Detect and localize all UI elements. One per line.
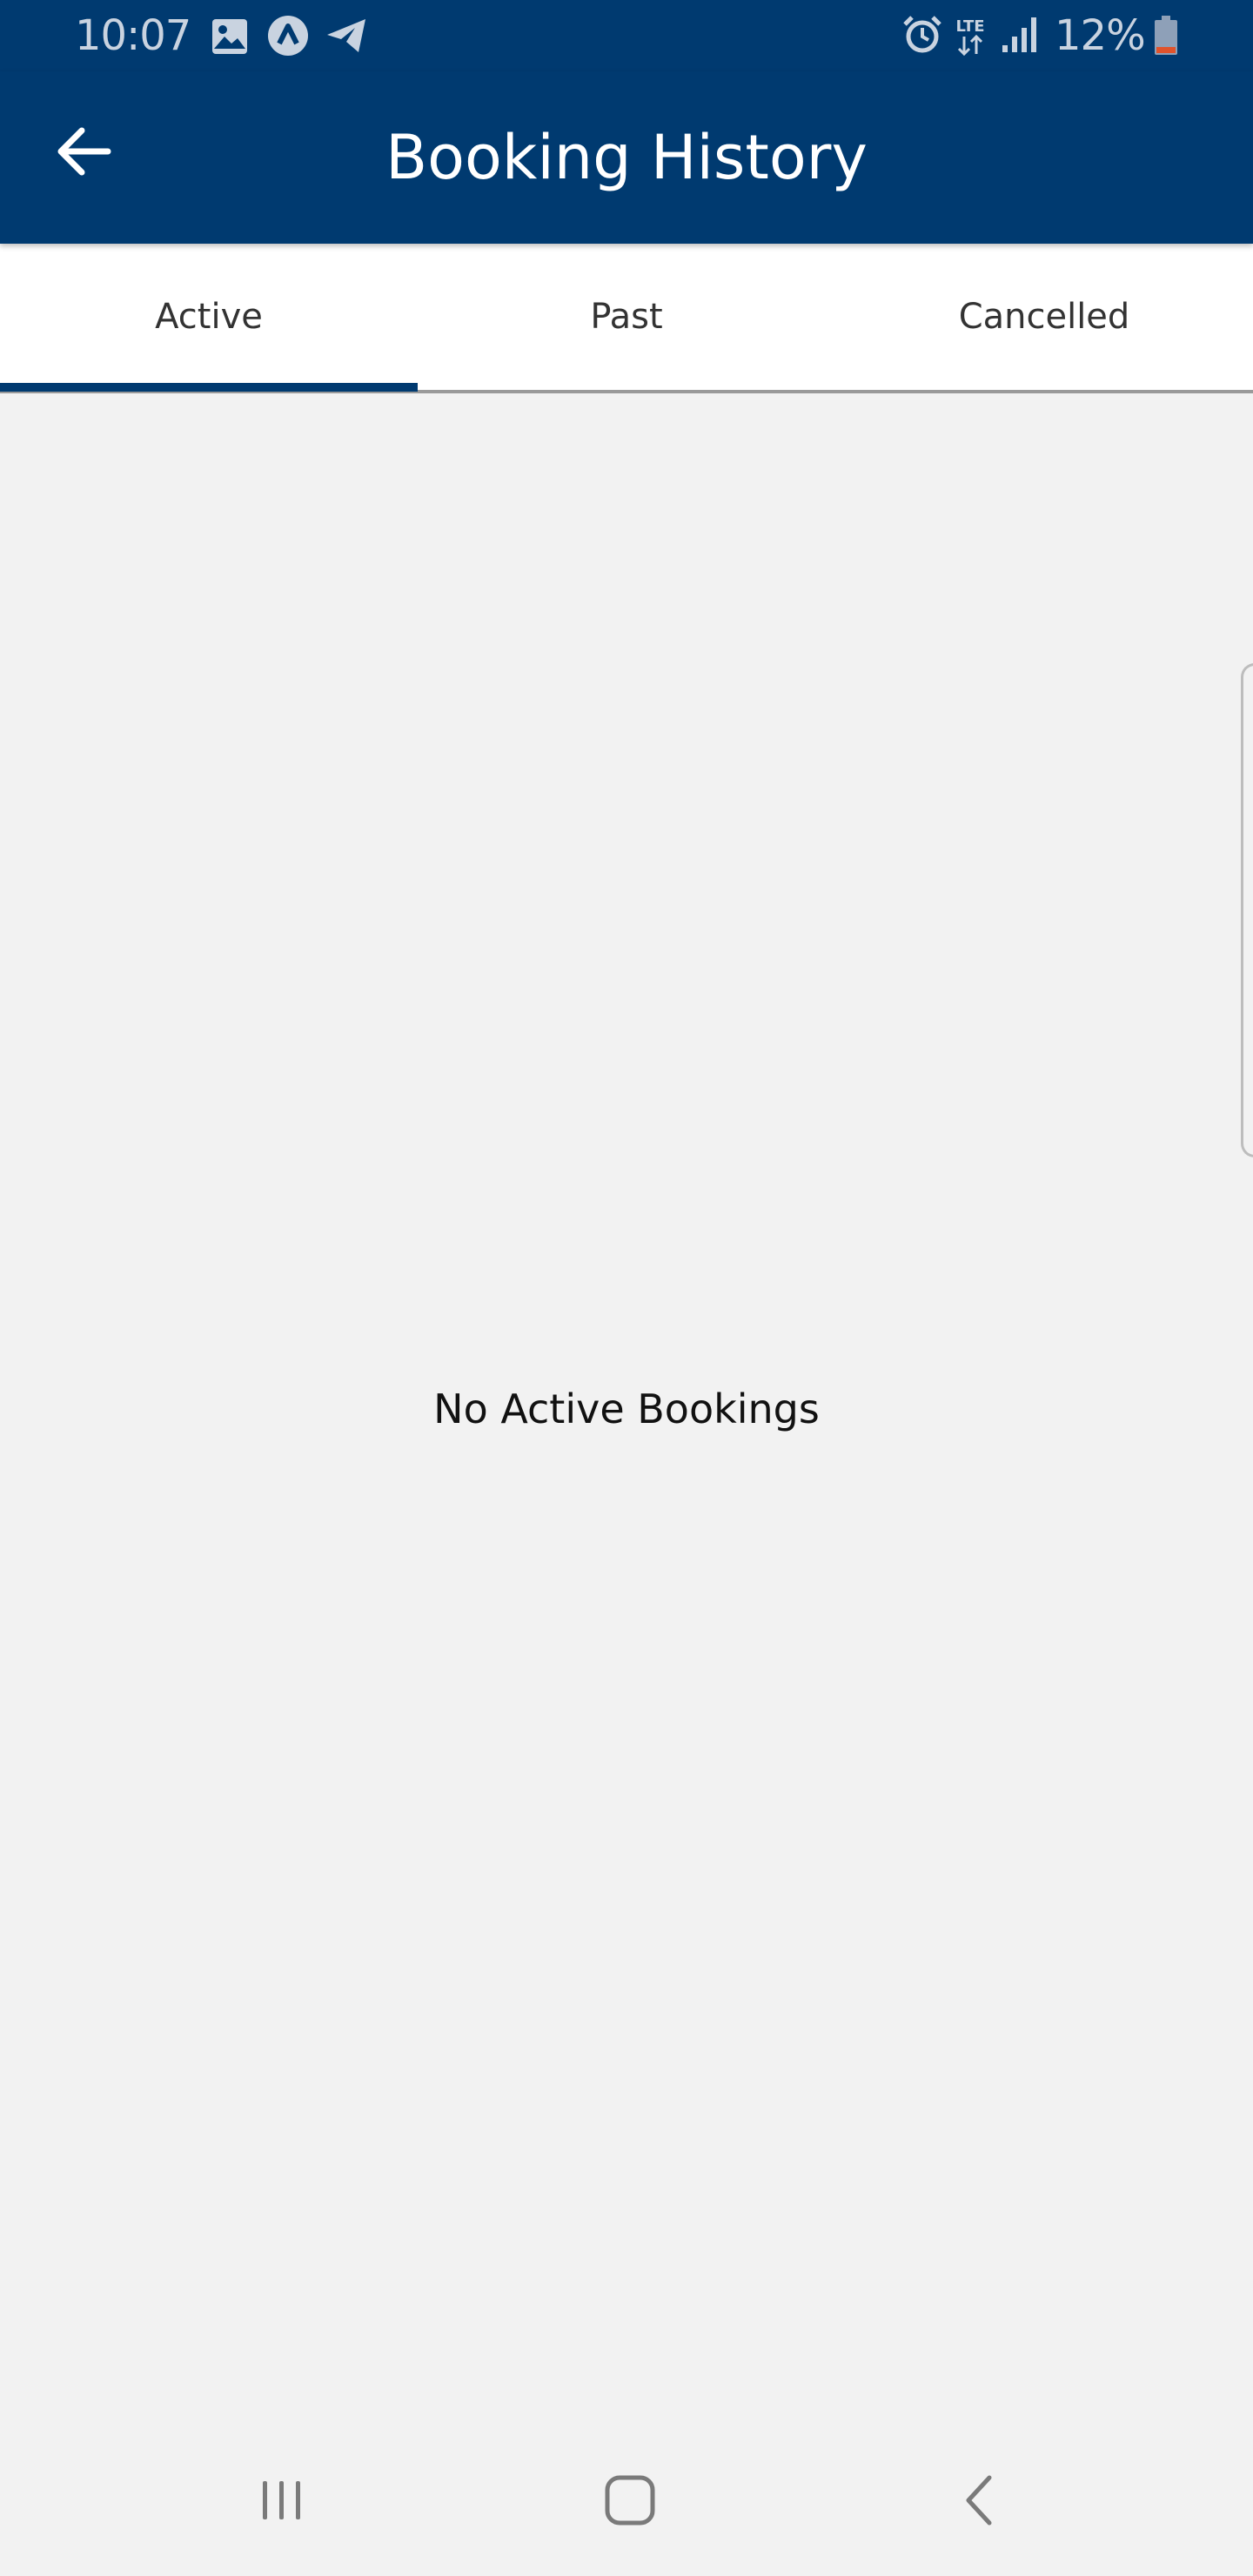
app-notification-icon (268, 16, 308, 56)
status-time: 10:07 (75, 11, 191, 60)
back-nav-button[interactable] (919, 2452, 1041, 2548)
tab-label: Active (155, 297, 263, 337)
battery-percent: 12% (1055, 11, 1146, 60)
tab-label: Past (590, 297, 663, 337)
recent-apps-icon (263, 2481, 300, 2519)
signal-icon (1002, 17, 1036, 52)
home-icon (605, 2475, 655, 2526)
recent-apps-button[interactable] (221, 2452, 343, 2548)
svg-text:LTE: LTE (955, 17, 984, 36)
tab-active[interactable]: Active (0, 244, 418, 390)
tab-indicator (0, 383, 418, 392)
booking-list: No Active Bookings (0, 393, 1253, 2432)
empty-state-message: No Active Bookings (433, 1385, 820, 1432)
tab-cancelled[interactable]: Cancelled (835, 244, 1253, 390)
gallery-icon (212, 19, 247, 54)
back-icon (966, 2475, 992, 2526)
battery-icon (1155, 16, 1177, 55)
page-title: Booking History (385, 122, 868, 193)
status-bar: 10:07 LTE 12% (0, 0, 1253, 71)
tab-bar: Active Past Cancelled (0, 244, 1253, 393)
app-bar: Booking History (0, 71, 1253, 244)
edge-panel-handle[interactable] (1241, 663, 1253, 1157)
home-button[interactable] (569, 2452, 691, 2548)
tab-past[interactable]: Past (418, 244, 835, 390)
system-nav-bar (0, 2432, 1253, 2576)
lte-data-icon: LTE (955, 17, 985, 57)
back-button[interactable] (37, 110, 132, 193)
arrow-left-icon (57, 127, 111, 176)
alarm-icon (903, 16, 941, 53)
telegram-icon (327, 19, 365, 52)
tab-label: Cancelled (958, 297, 1130, 337)
